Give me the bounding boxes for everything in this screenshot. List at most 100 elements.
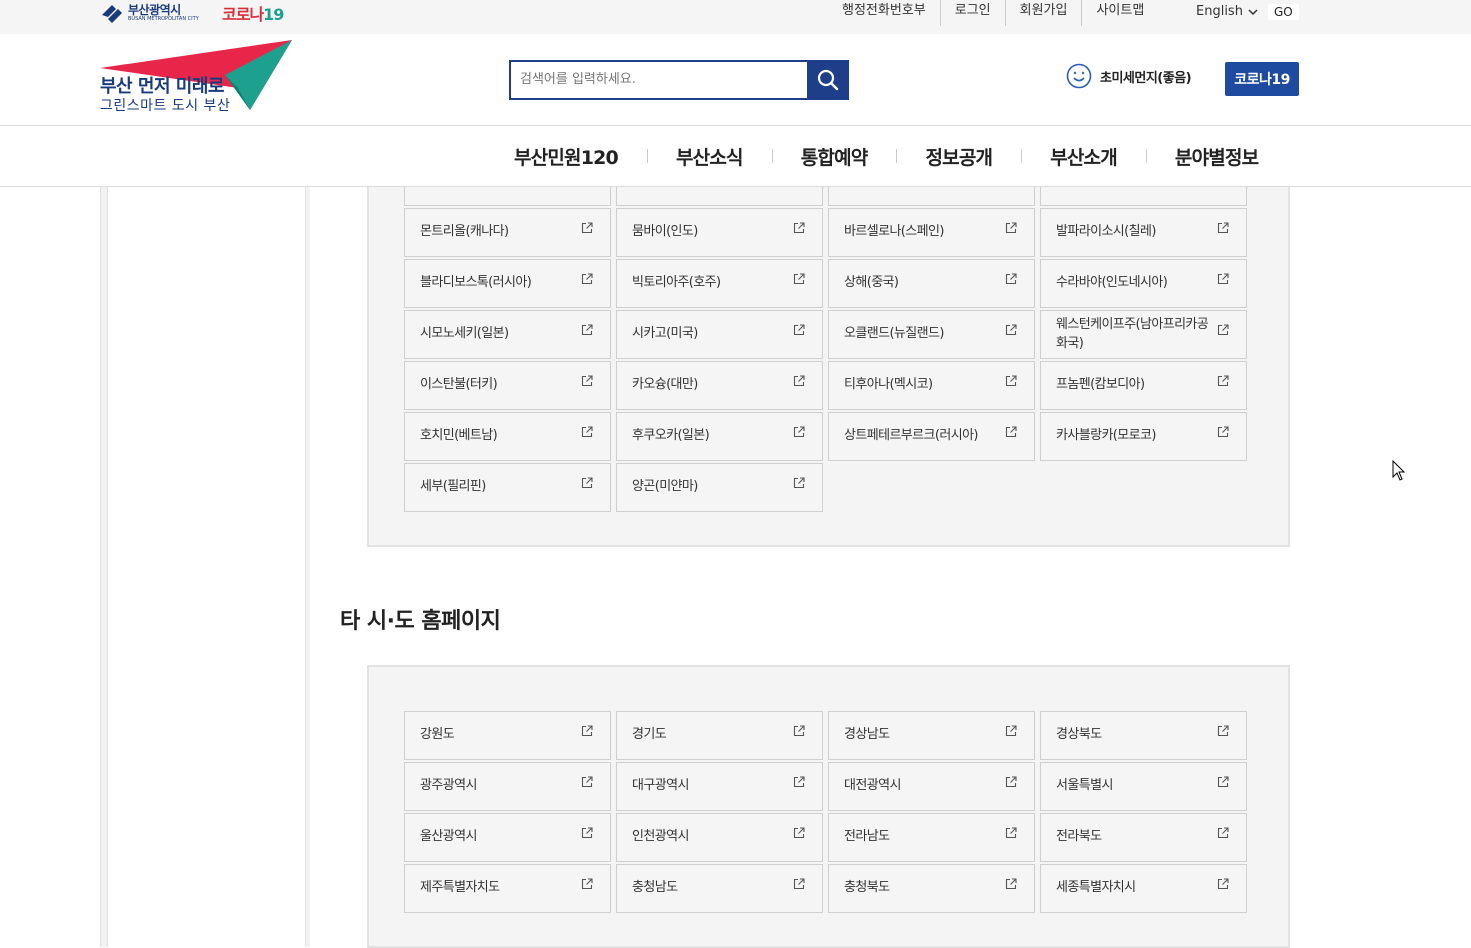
external-link-icon bbox=[793, 426, 805, 438]
sister-city-tile[interactable]: 호치민(베트남) bbox=[404, 412, 611, 461]
external-link-icon bbox=[1005, 375, 1017, 387]
sister-city-tile[interactable]: 카오슝(대만) bbox=[616, 361, 823, 410]
sister-city-tile[interactable]: 뭄바이(인도) bbox=[616, 208, 823, 257]
other-city-tile[interactable]: 충청북도 bbox=[828, 864, 1035, 913]
sister-city-tile-label: 프놈펜(캄보디아) bbox=[1056, 377, 1145, 393]
busan-city-logo[interactable]: 부산광역시 BUSAN METROPOLITAN CITY bbox=[100, 0, 199, 26]
sister-city-tile[interactable]: 이스탄불(터키) bbox=[404, 361, 611, 410]
external-link-icon bbox=[1217, 878, 1229, 890]
sister-city-tile[interactable]: 오클랜드(뉴질랜드) bbox=[828, 310, 1035, 359]
main-logo[interactable]: 부산 먼저 미래로 그린스마트 도시 부산 bbox=[100, 40, 295, 115]
language-go-button[interactable]: GO bbox=[1268, 4, 1299, 20]
external-link-icon bbox=[1005, 222, 1017, 234]
other-city-tile[interactable]: 충청남도 bbox=[616, 864, 823, 913]
other-city-tile[interactable]: 인천광역시 bbox=[616, 813, 823, 862]
other-city-tile[interactable]: 경상남도 bbox=[828, 711, 1035, 760]
air-quality-text: 초미세먼지(좋음) bbox=[1100, 70, 1192, 86]
other-city-tile[interactable]: 대전광역시 bbox=[828, 762, 1035, 811]
sister-city-tile[interactable]: 티후아나(멕시코) bbox=[828, 361, 1035, 410]
sister-city-tile[interactable]: 후쿠오카(일본) bbox=[616, 412, 823, 461]
util-link-sitemap[interactable]: 사이트맵 bbox=[1081, 0, 1158, 26]
gnb-item-about-busan[interactable]: 부산소개 bbox=[1021, 143, 1146, 170]
sister-city-tile-label: 티후아나(멕시코) bbox=[844, 377, 933, 393]
sister-city-tile[interactable]: 양곤(미얀마) bbox=[616, 463, 823, 512]
sister-city-tile-label: 웨스턴케이프주(남아프리카공화국) bbox=[1056, 317, 1209, 351]
other-city-tile[interactable]: 서울특별시 bbox=[1040, 762, 1247, 811]
other-city-tile-label: 전라북도 bbox=[1056, 829, 1102, 845]
sister-city-tile[interactable]: 바르셀로나(스페인) bbox=[828, 208, 1035, 257]
sister-city-tile-label: 빅토리아주(호주) bbox=[632, 275, 721, 291]
other-city-tile[interactable]: 강원도 bbox=[404, 711, 611, 760]
sister-city-tile[interactable]: 상해(중국) bbox=[828, 259, 1035, 308]
sister-city-tile-label: 발파라이소시(칠레) bbox=[1056, 224, 1156, 240]
language-select[interactable]: English bbox=[1196, 4, 1259, 19]
external-link-icon bbox=[1005, 827, 1017, 839]
external-link-icon bbox=[1217, 375, 1229, 387]
gnb-item-news[interactable]: 부산소식 bbox=[646, 143, 772, 170]
sister-city-tile[interactable]: 발파라이소시(칠레) bbox=[1040, 208, 1247, 257]
sister-city-tile-label: 호치민(베트남) bbox=[420, 428, 498, 444]
external-link-icon bbox=[1005, 776, 1017, 788]
search-input[interactable] bbox=[511, 62, 809, 96]
other-city-tile[interactable]: 전라북도 bbox=[1040, 813, 1247, 862]
sister-city-tile[interactable]: 몬트리올(캐나다) bbox=[404, 208, 611, 257]
sister-city-tile[interactable]: 수라바야(인도네시아) bbox=[1040, 259, 1247, 308]
external-link-icon bbox=[581, 827, 593, 839]
external-link-icon bbox=[581, 273, 593, 285]
sister-city-tile[interactable]: 세부(필리핀) bbox=[404, 463, 611, 512]
sister-city-tile[interactable]: 빅토리아주(호주) bbox=[616, 259, 823, 308]
gnb-item-reservation[interactable]: 통합예약 bbox=[771, 143, 897, 170]
corona19-logo[interactable]: 코로나19 bbox=[222, 1, 284, 25]
other-city-tile-label: 서울특별시 bbox=[1056, 778, 1113, 794]
sister-city-tile-label: 후쿠오카(일본) bbox=[632, 428, 710, 444]
slogan-line2: 그린스마트 도시 부산 bbox=[100, 98, 231, 114]
external-link-icon bbox=[793, 222, 805, 234]
other-city-tile[interactable]: 제주특별자치도 bbox=[404, 864, 611, 913]
sister-city-tile[interactable]: 카사블랑카(모로코) bbox=[1040, 412, 1247, 461]
other-city-tile[interactable]: 울산광역시 bbox=[404, 813, 611, 862]
sister-city-tile[interactable]: 블라디보스톡(러시아) bbox=[404, 259, 611, 308]
corona-logo-text: 코로나 bbox=[222, 5, 264, 24]
busan-logo-ko: 부산광역시 bbox=[128, 3, 181, 17]
other-city-tile-label: 충청북도 bbox=[844, 880, 890, 896]
other-city-tile[interactable]: 경상북도 bbox=[1040, 711, 1247, 760]
sister-city-tile-label: 카사블랑카(모로코) bbox=[1056, 428, 1156, 444]
gnb-item-field-info[interactable]: 분야별정보 bbox=[1145, 143, 1259, 170]
sister-city-tile[interactable]: 시모노세키(일본) bbox=[404, 310, 611, 359]
external-link-icon bbox=[1005, 273, 1017, 285]
air-quality-widget[interactable]: 초미세먼지(좋음) bbox=[1066, 63, 1192, 89]
utility-bar: 부산광역시 BUSAN METROPOLITAN CITY 코로나19 행정전화… bbox=[0, 0, 1471, 34]
sister-city-tile[interactable]: 상트페테르부르크(러시아) bbox=[828, 412, 1035, 461]
gnb-item-info-disclosure[interactable]: 정보공개 bbox=[896, 143, 1021, 170]
other-city-tile[interactable]: 전라남도 bbox=[828, 813, 1035, 862]
sister-city-tile[interactable]: 프놈펜(캄보디아) bbox=[1040, 361, 1247, 410]
search-button[interactable] bbox=[807, 60, 849, 100]
external-link-icon bbox=[581, 426, 593, 438]
util-link-login[interactable]: 로그인 bbox=[939, 0, 1005, 26]
sister-city-tile-label: 이스탄불(터키) bbox=[420, 377, 498, 393]
gnb-item-civil-120[interactable]: 부산민원120 bbox=[485, 143, 647, 170]
other-city-tile-label: 충청남도 bbox=[632, 880, 678, 896]
util-link-phonebook[interactable]: 행정전화번호부 bbox=[828, 0, 940, 26]
section-title-other-cities: 타 시·도 홈페이지 bbox=[340, 609, 501, 634]
other-city-tile[interactable]: 광주광역시 bbox=[404, 762, 611, 811]
sister-city-tile-label: 수라바야(인도네시아) bbox=[1056, 275, 1168, 291]
other-city-tile-label: 광주광역시 bbox=[420, 778, 477, 794]
external-link-icon bbox=[581, 222, 593, 234]
sister-city-tile[interactable]: 웨스턴케이프주(남아프리카공화국) bbox=[1040, 310, 1247, 359]
other-city-tile-label: 전라남도 bbox=[844, 829, 890, 845]
other-city-tile[interactable]: 경기도 bbox=[616, 711, 823, 760]
other-city-tile[interactable]: 세종특별자치시 bbox=[1040, 864, 1247, 913]
corona19-button[interactable]: 코로나19 bbox=[1225, 62, 1299, 96]
other-city-tile[interactable]: 대구광역시 bbox=[616, 762, 823, 811]
external-link-icon bbox=[793, 776, 805, 788]
external-link-icon bbox=[793, 273, 805, 285]
external-link-icon bbox=[1217, 827, 1229, 839]
external-link-icon bbox=[1005, 324, 1017, 336]
sister-city-tile[interactable]: 시카고(미국) bbox=[616, 310, 823, 359]
sister-city-tile-label: 시카고(미국) bbox=[632, 326, 698, 342]
content-divider bbox=[305, 187, 310, 947]
utility-links: 행정전화번호부 로그인 회원가입 사이트맵 bbox=[828, 0, 1158, 26]
sister-city-tile-label: 상해(중국) bbox=[844, 275, 899, 291]
util-link-signup[interactable]: 회원가입 bbox=[1004, 0, 1082, 26]
